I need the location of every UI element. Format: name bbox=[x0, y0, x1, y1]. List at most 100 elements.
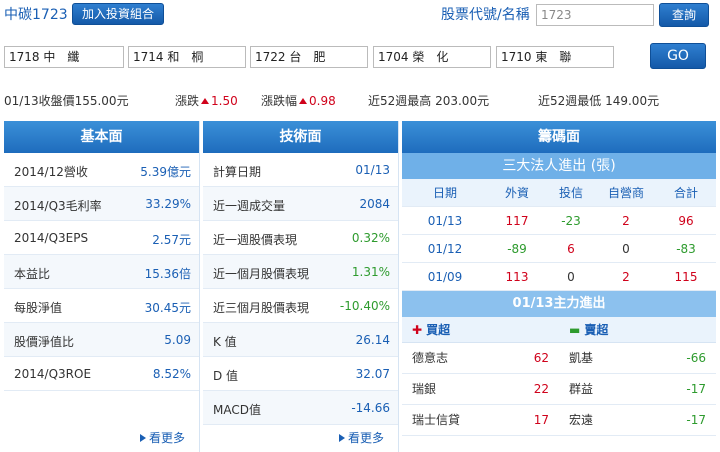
seller-cell: 宏遠 -17 bbox=[559, 405, 716, 435]
buyer-cell: 德意志 62 bbox=[402, 343, 559, 373]
cell-date: 01/13 bbox=[427, 214, 463, 228]
row-label: 近三個月股價表現 bbox=[213, 301, 310, 315]
compare-field-4[interactable]: 1704 榮 化 bbox=[373, 46, 491, 68]
row-value: 2084 bbox=[359, 197, 390, 211]
cell-dealer: 0 bbox=[622, 242, 630, 256]
row-value: 33.29% bbox=[145, 197, 191, 211]
row-value: 5.39億元 bbox=[140, 165, 191, 179]
technical-panel: 技術面 計算日期 01/13 近一週成交量 2084 近一週股價表現 0.32% 近一… bbox=[203, 121, 399, 452]
sell-header: ▬ 賣超 bbox=[559, 317, 716, 342]
cell-foreign: -89 bbox=[507, 242, 527, 256]
row-label: 近一個月股價表現 bbox=[213, 267, 310, 281]
cell-trust: 0 bbox=[567, 270, 575, 284]
table-row: 近一週成交量 2084 bbox=[203, 187, 398, 221]
cell-total: 115 bbox=[674, 270, 698, 284]
stock-code-input[interactable]: 1723 bbox=[536, 4, 654, 26]
play-arrow-icon bbox=[338, 434, 345, 442]
stock-code-label: 股票代號/名稱 bbox=[441, 7, 530, 23]
cell-trust: -23 bbox=[561, 214, 581, 228]
table-row: D 值 32.07 bbox=[203, 357, 398, 391]
row-label: 2014/Q3毛利率 bbox=[14, 199, 102, 213]
table-row: K 值 26.14 bbox=[203, 323, 398, 357]
list-item: 瑞士信貸 17 宏遠 -17 bbox=[402, 405, 716, 436]
technical-more-link[interactable]: 看更多 bbox=[338, 429, 384, 446]
sell-amount: -17 bbox=[686, 382, 706, 396]
cell-trust: 6 bbox=[567, 242, 575, 256]
col-header: 自營商 bbox=[607, 186, 644, 200]
cell-dealer: 2 bbox=[622, 214, 630, 228]
row-value: 15.36倍 bbox=[144, 267, 191, 281]
row-value: 1.31% bbox=[351, 265, 390, 279]
table-row: 每股淨值 30.45元 bbox=[4, 289, 199, 323]
buy-label: 買超 bbox=[426, 323, 451, 337]
row-value: 8.52% bbox=[152, 367, 191, 381]
change-pct-label: 漲跌幅 bbox=[261, 94, 298, 108]
row-value: 0.32% bbox=[351, 231, 390, 245]
main-force-title: 01/13主力進出 bbox=[402, 291, 716, 317]
play-arrow-icon bbox=[139, 434, 146, 442]
seller-name: 宏遠 bbox=[569, 413, 594, 427]
close-price: 01/13收盤價155.00元 bbox=[4, 94, 129, 108]
seller-name: 群益 bbox=[569, 382, 594, 396]
more-label: 看更多 bbox=[347, 431, 384, 445]
col-header: 日期 bbox=[432, 186, 457, 200]
cell-foreign: 117 bbox=[505, 214, 529, 228]
table-row: 2014/Q3EPS 2.57元 bbox=[4, 221, 199, 255]
col-header: 投信 bbox=[558, 186, 583, 200]
table-row: 近三個月股價表現 -10.40% bbox=[203, 289, 398, 323]
query-button[interactable]: 查詢 bbox=[659, 3, 709, 27]
row-label: MACD值 bbox=[213, 403, 261, 417]
row-value: 30.45元 bbox=[144, 301, 191, 315]
row-value: -14.66 bbox=[351, 401, 390, 415]
high-52w: 近52週最高 203.00元 bbox=[368, 94, 490, 108]
table-row: 股價淨值比 5.09 bbox=[4, 323, 199, 357]
seller-name: 凱基 bbox=[569, 351, 594, 365]
table-row: 2014/12營收 5.39億元 bbox=[4, 153, 199, 187]
stock-title: 中碳1723 bbox=[4, 7, 68, 23]
buyer-name: 瑞銀 bbox=[412, 382, 437, 396]
sell-label: 賣超 bbox=[584, 323, 609, 337]
fundamentals-title: 基本面 bbox=[4, 121, 199, 153]
go-button[interactable]: GO bbox=[650, 43, 706, 69]
change-value: 1.50 bbox=[211, 94, 238, 108]
more-label: 看更多 bbox=[148, 431, 185, 445]
compare-field-2[interactable]: 1714 和 桐 bbox=[128, 46, 246, 68]
table-row: 近一週股價表現 0.32% bbox=[203, 221, 398, 255]
table-row: 近一個月股價表現 1.31% bbox=[203, 255, 398, 289]
row-value: 32.07 bbox=[355, 367, 390, 381]
row-value: 01/13 bbox=[355, 163, 390, 177]
cell-total: 96 bbox=[678, 214, 694, 228]
fundamentals-more-link[interactable]: 看更多 bbox=[139, 429, 185, 446]
row-label: 每股淨值 bbox=[14, 301, 63, 315]
table-row: 2014/Q3ROE 8.52% bbox=[4, 357, 199, 391]
cell-total: -83 bbox=[676, 242, 696, 256]
row-label: K 值 bbox=[213, 335, 237, 349]
col-header: 外資 bbox=[504, 186, 529, 200]
compare-field-1[interactable]: 1718 中 纖 bbox=[4, 46, 124, 68]
buy-sell-header: ✚ 買超 ▬ 賣超 bbox=[402, 317, 716, 343]
list-item: 瑞銀 22 群益 -17 bbox=[402, 374, 716, 405]
compare-field-3[interactable]: 1722 台 肥 bbox=[250, 46, 368, 68]
institutional-title: 三大法人進出 (張) bbox=[402, 153, 716, 179]
table-row: 2014/Q3毛利率 33.29% bbox=[4, 187, 199, 221]
chips-title: 籌碼面 bbox=[402, 121, 716, 153]
buy-amount: 62 bbox=[533, 351, 549, 365]
up-arrow-icon bbox=[201, 98, 210, 104]
fundamentals-list: 2014/12營收 5.39億元 2014/Q3毛利率 33.29% 2014/Q3… bbox=[4, 153, 199, 391]
buyer-cell: 瑞士信貸 17 bbox=[402, 405, 559, 435]
row-label: 股價淨值比 bbox=[14, 335, 75, 349]
table-row: 本益比 15.36倍 bbox=[4, 255, 199, 289]
seller-cell: 群益 -17 bbox=[559, 374, 716, 404]
add-portfolio-button[interactable]: 加入投資組合 bbox=[72, 3, 164, 25]
row-label: 2014/Q3EPS bbox=[14, 231, 89, 245]
buyer-name: 瑞士信貸 bbox=[412, 413, 461, 427]
technical-title: 技術面 bbox=[203, 121, 398, 153]
row-label: 本益比 bbox=[14, 267, 51, 281]
buy-amount: 22 bbox=[533, 382, 549, 396]
institutional-header-row: 日期 外資 投信 自營商 合計 bbox=[402, 179, 716, 207]
seller-cell: 凱基 -66 bbox=[559, 343, 716, 373]
header-bar: 中碳1723 加入投資組合 股票代號/名稱 1723 查詢 bbox=[0, 0, 720, 32]
table-row: 計算日期 01/13 bbox=[203, 153, 398, 187]
cell-dealer: 2 bbox=[622, 270, 630, 284]
compare-field-5[interactable]: 1710 東 聯 bbox=[496, 46, 614, 68]
